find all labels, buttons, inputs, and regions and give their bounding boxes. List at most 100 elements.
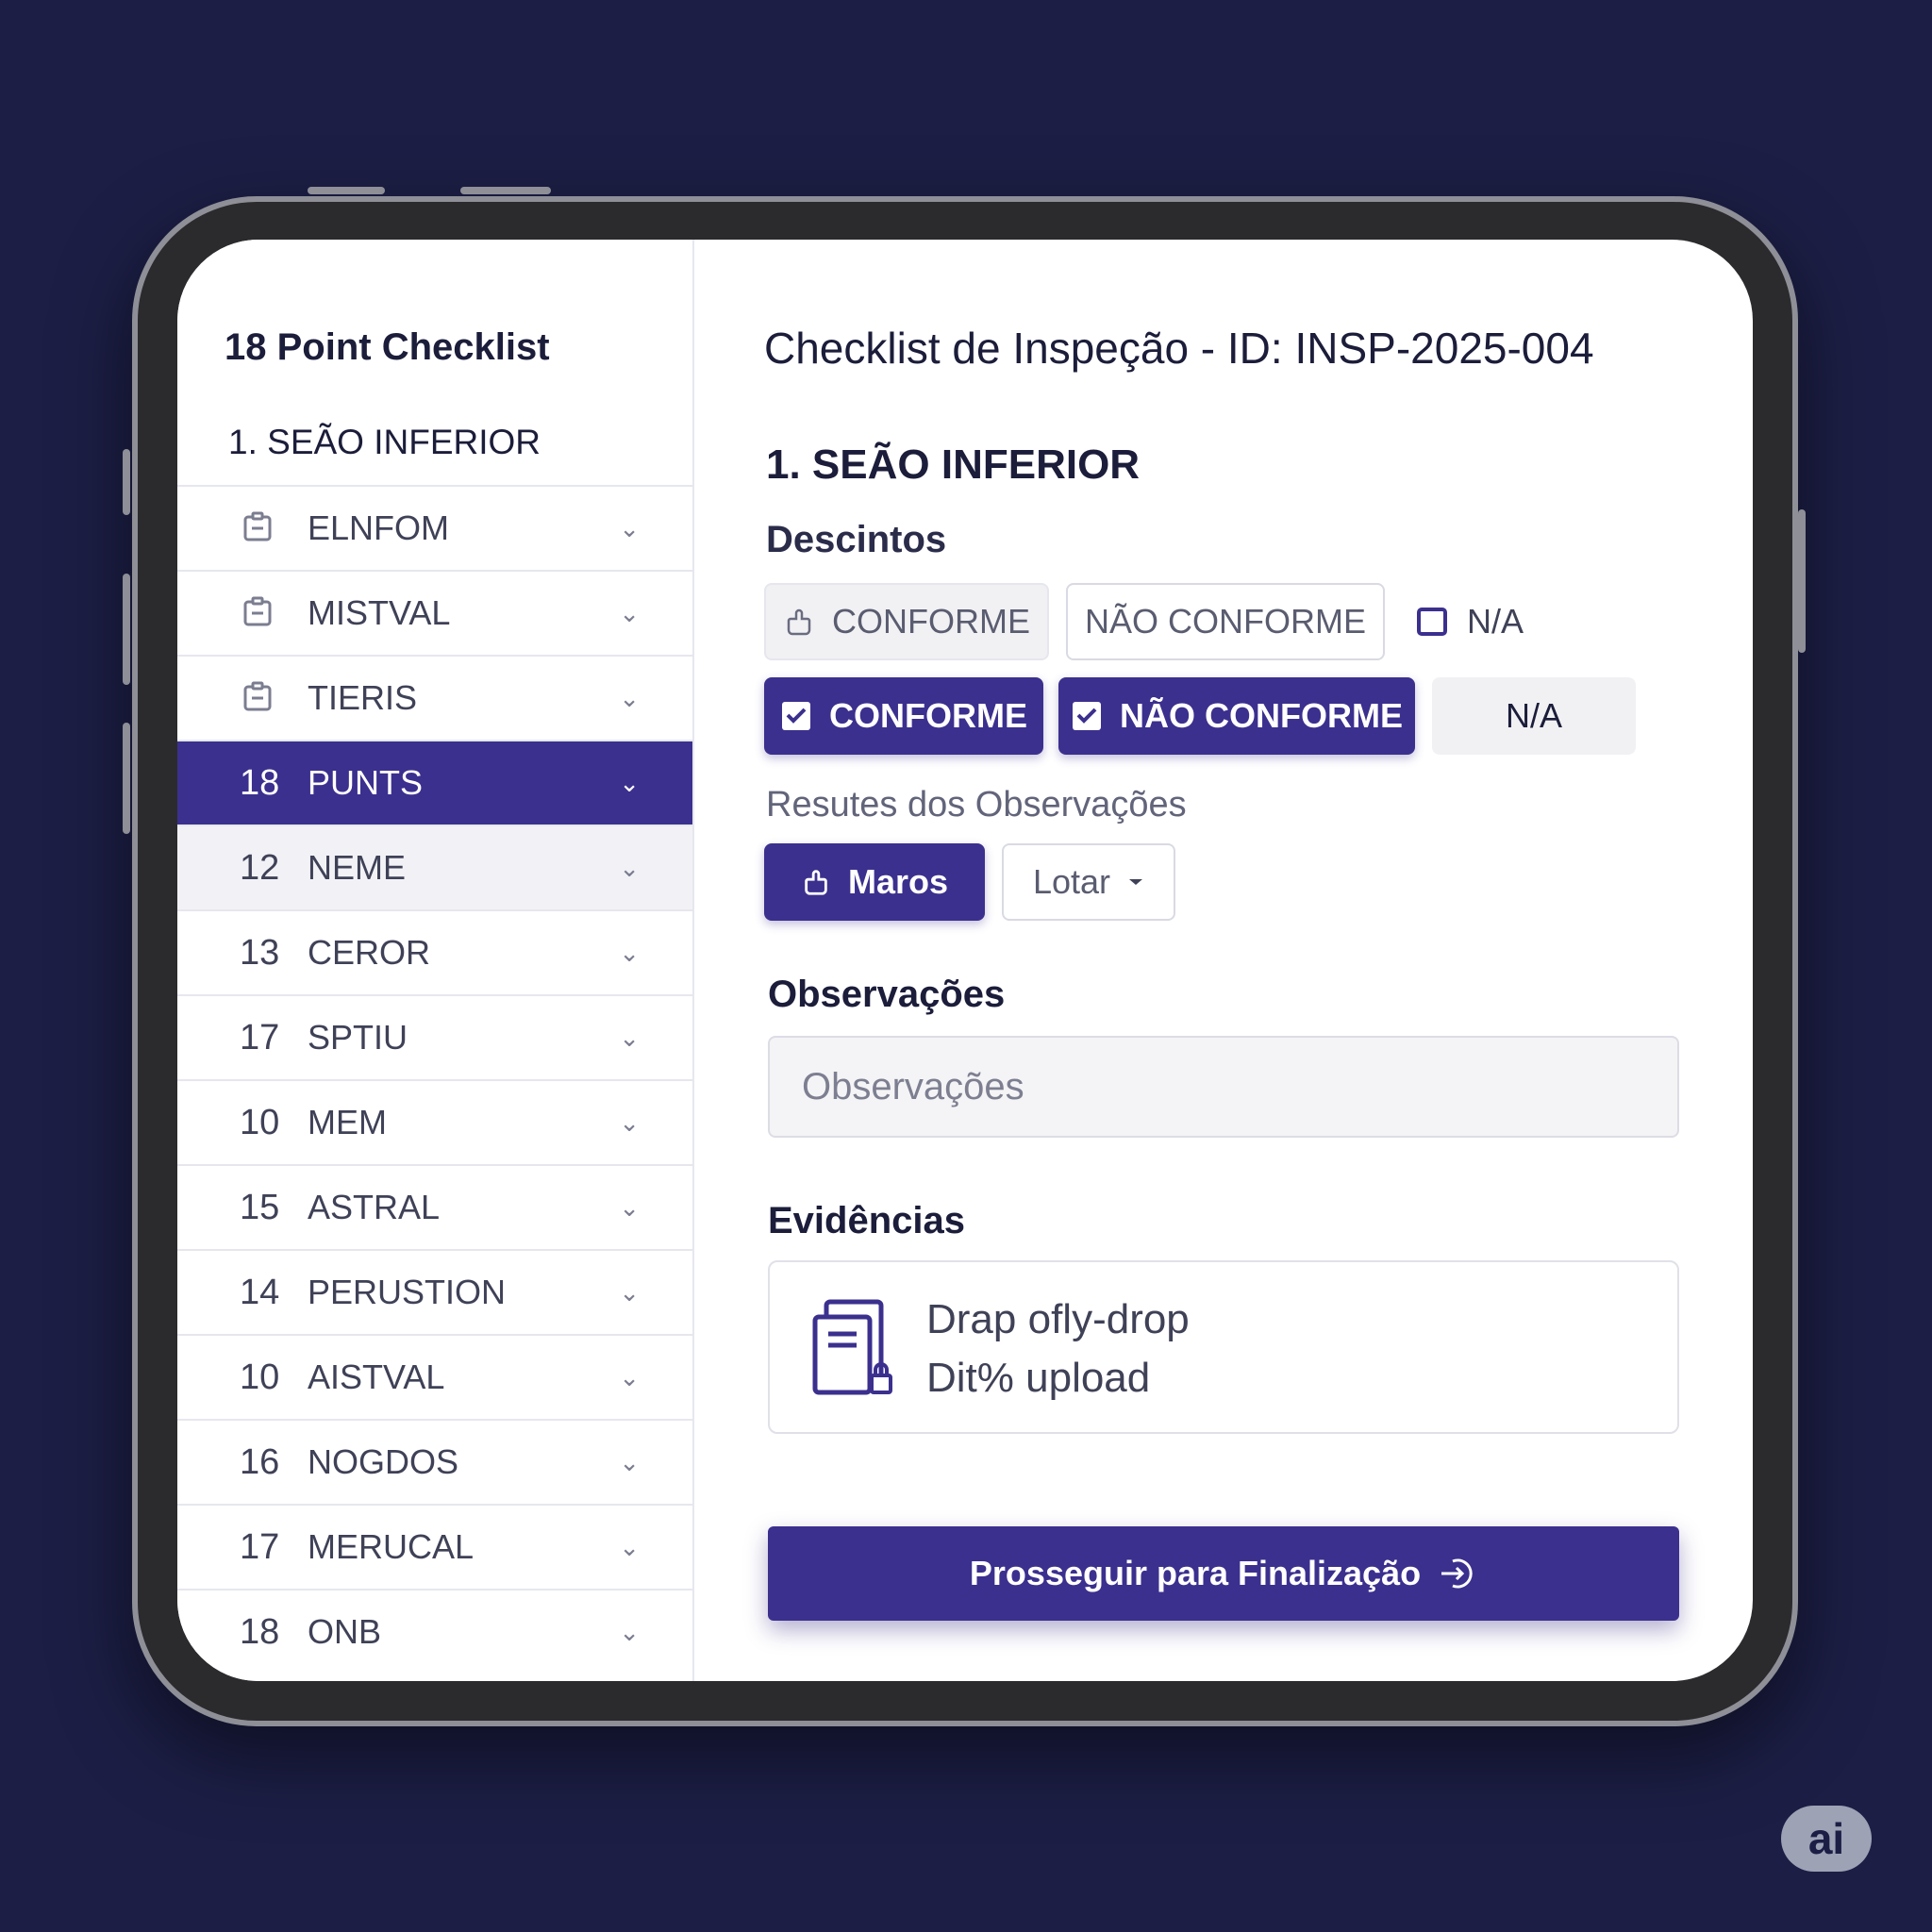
sidebar-item-label: NEME bbox=[308, 848, 407, 887]
sidebar-item-number: 17 bbox=[240, 1017, 280, 1058]
sidebar-item-label: MISTVAL bbox=[308, 593, 451, 632]
sidebar-item-number: 15 bbox=[240, 1187, 280, 1227]
checked-box-icon bbox=[1073, 702, 1101, 730]
sidebar-item-label: CEROR bbox=[308, 933, 431, 972]
chevron-down-icon: ⌄ bbox=[619, 768, 640, 797]
checkbox-icon bbox=[1416, 608, 1447, 636]
na-option[interactable]: N/A bbox=[1404, 583, 1536, 660]
lotar-label: Lotar bbox=[1032, 862, 1111, 901]
page-title: Checklist de Inspeção - ID: INSP-2025-00… bbox=[764, 324, 1594, 373]
sidebar-item-label: TIERIS bbox=[308, 678, 418, 717]
hand-icon bbox=[805, 870, 827, 895]
na-button-label: N/A bbox=[1505, 696, 1562, 735]
sidebar: 18 Point Checklist 1. SEÃO INFERIOR ELNF… bbox=[177, 240, 694, 1681]
observacoes-title: Observações bbox=[768, 974, 1006, 1015]
sidebar-item-number: 18 bbox=[240, 1611, 280, 1652]
sidebar-item[interactable]: TIERIS ⌄ bbox=[177, 655, 692, 740]
observacoes-input[interactable] bbox=[768, 1036, 1679, 1138]
sidebar-item-label: ONB bbox=[308, 1612, 382, 1651]
device-side-button bbox=[123, 723, 130, 834]
sidebar-item-label: MERUCAL bbox=[308, 1527, 475, 1566]
sidebar-item[interactable]: 13 CEROR ⌄ bbox=[177, 909, 692, 994]
sidebar-item[interactable]: 16 NOGDOS ⌄ bbox=[177, 1419, 692, 1504]
sidebar-item-label: PUNTS bbox=[308, 763, 424, 802]
sidebar-item[interactable]: 18 PUNTS ⌄ bbox=[177, 740, 692, 824]
sidebar-item-number: 14 bbox=[240, 1272, 280, 1312]
chevron-down-icon: ⌄ bbox=[619, 1277, 640, 1307]
sidebar-item[interactable]: 12 NEME ⌄ bbox=[177, 824, 692, 909]
clipboard-icon bbox=[243, 596, 272, 626]
proceed-label: Prosseguir para Finalização bbox=[969, 1554, 1422, 1592]
chevron-down-icon: ⌄ bbox=[619, 938, 640, 967]
sidebar-item-label: AISTVAL bbox=[308, 1357, 445, 1396]
maros-button[interactable]: Maros bbox=[764, 843, 985, 921]
sidebar-item-label: PERUSTION bbox=[308, 1273, 507, 1311]
nao-conforme-button-label: NÃO CONFORME bbox=[1120, 696, 1403, 735]
arrow-enter-icon bbox=[1441, 1558, 1473, 1589]
document-upload-icon bbox=[812, 1299, 892, 1395]
sidebar-item[interactable]: 10 AISTVAL ⌄ bbox=[177, 1334, 692, 1419]
results-label: Resutes dos Observações bbox=[766, 785, 1187, 824]
sidebar-item-number: 13 bbox=[240, 932, 280, 973]
device-top-button bbox=[460, 187, 551, 194]
sidebar-item-number: 10 bbox=[240, 1102, 280, 1142]
sidebar-item-label: ASTRAL bbox=[308, 1188, 441, 1226]
sidebar-item[interactable]: 17 SPTIU ⌄ bbox=[177, 994, 692, 1079]
evidence-dropzone[interactable]: Drap ofly-drop Dit% upload bbox=[768, 1260, 1679, 1434]
na-button[interactable]: N/A bbox=[1432, 677, 1636, 755]
chevron-down-icon: ⌄ bbox=[619, 1532, 640, 1561]
proceed-button[interactable]: Prosseguir para Finalização bbox=[768, 1526, 1679, 1621]
sidebar-item-number: 10 bbox=[240, 1357, 280, 1397]
conforme-button[interactable]: CONFORME bbox=[764, 677, 1043, 755]
chevron-down-icon: ⌄ bbox=[619, 598, 640, 627]
sidebar-item[interactable]: 18 ONB ⌄ bbox=[177, 1589, 692, 1674]
chevron-down-icon: ⌄ bbox=[619, 1617, 640, 1646]
chevron-down-icon: ⌄ bbox=[619, 683, 640, 712]
na-label: N/A bbox=[1466, 602, 1524, 641]
sidebar-item-number: 17 bbox=[240, 1526, 280, 1567]
chevron-down-icon bbox=[1129, 879, 1143, 885]
sidebar-item-number: 12 bbox=[240, 847, 280, 888]
chevron-down-icon: ⌄ bbox=[619, 1362, 640, 1391]
clipboard-icon bbox=[243, 511, 272, 541]
conforme-option[interactable]: CONFORME bbox=[764, 583, 1049, 660]
device-side-button bbox=[1798, 509, 1806, 653]
chevron-down-icon: ⌄ bbox=[619, 1447, 640, 1476]
chevron-down-icon: ⌄ bbox=[619, 1192, 640, 1222]
chevron-down-icon: ⌄ bbox=[619, 1108, 640, 1137]
sidebar-item-label: SPTIU bbox=[308, 1018, 408, 1057]
nao-conforme-label: NÃO CONFORME bbox=[1084, 602, 1366, 641]
sidebar-item-label: NOGDOS bbox=[308, 1442, 459, 1481]
chevron-down-icon: ⌄ bbox=[619, 513, 640, 542]
sidebar-item[interactable]: 17 MERUCAL ⌄ bbox=[177, 1504, 692, 1589]
nao-conforme-option[interactable]: NÃO CONFORME bbox=[1066, 583, 1385, 660]
sidebar-item[interactable]: MISTVAL ⌄ bbox=[177, 570, 692, 655]
conforme-label: CONFORME bbox=[832, 602, 1030, 641]
hand-icon bbox=[787, 608, 811, 636]
sidebar-item[interactable]: 14 PERUSTION ⌄ bbox=[177, 1249, 692, 1334]
checked-box-icon bbox=[782, 702, 810, 730]
clipboard-icon bbox=[243, 681, 272, 711]
sidebar-item-label: ELNFOM bbox=[308, 508, 450, 547]
nao-conforme-button[interactable]: NÃO CONFORME bbox=[1058, 677, 1415, 755]
subsection-title: Descintos bbox=[766, 519, 947, 560]
dropzone-line2: Dit% upload bbox=[926, 1355, 1151, 1401]
ai-badge: ai bbox=[1781, 1806, 1872, 1872]
device-side-button bbox=[123, 449, 130, 515]
maros-label: Maros bbox=[847, 862, 949, 901]
chevron-down-icon: ⌄ bbox=[619, 1023, 640, 1052]
sidebar-item-label: MEM bbox=[308, 1103, 387, 1141]
conforme-button-label: CONFORME bbox=[829, 696, 1027, 735]
sidebar-title: 18 Point Checklist bbox=[225, 326, 550, 368]
sidebar-item[interactable]: 10 MEM ⌄ bbox=[177, 1079, 692, 1164]
sidebar-item[interactable]: ELNFOM ⌄ bbox=[177, 485, 692, 570]
device-top-button bbox=[308, 187, 385, 194]
device-side-button bbox=[123, 574, 130, 685]
sidebar-item-number: 18 bbox=[240, 762, 280, 803]
dropzone-line1: Drap ofly-drop bbox=[926, 1296, 1190, 1342]
sidebar-section-label: 1. SEÃO INFERIOR bbox=[228, 423, 541, 461]
chevron-down-icon: ⌄ bbox=[619, 853, 640, 882]
section-title: 1. SEÃO INFERIOR bbox=[766, 441, 1141, 488]
lotar-select[interactable]: Lotar bbox=[1002, 843, 1175, 921]
sidebar-item[interactable]: 15 ASTRAL ⌄ bbox=[177, 1164, 692, 1249]
